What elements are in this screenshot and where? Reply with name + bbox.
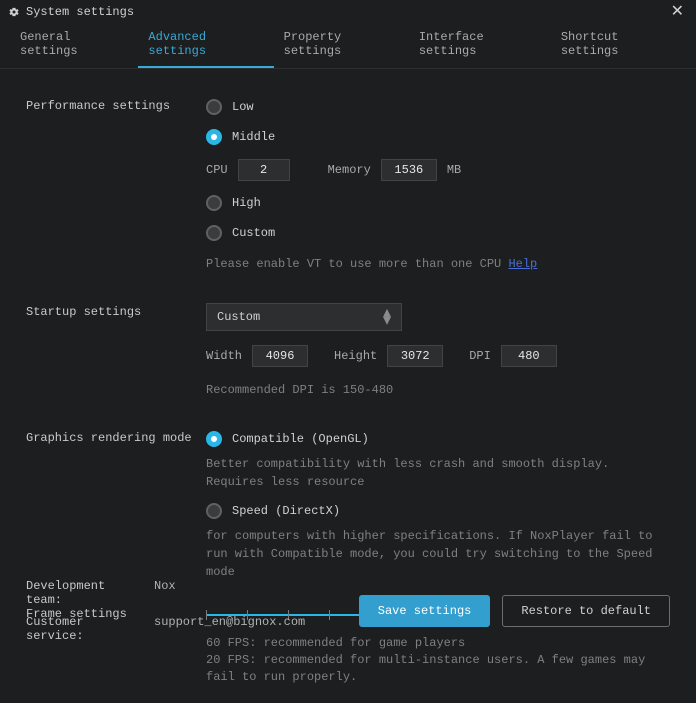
customer-service-value: support_en@bignox.com bbox=[154, 615, 305, 643]
startup-select-value: Custom bbox=[217, 310, 260, 324]
gear-icon bbox=[8, 6, 20, 18]
tab-interface[interactable]: Interface settings bbox=[409, 22, 551, 68]
customer-service-label: Customer service: bbox=[26, 615, 146, 643]
help-link[interactable]: Help bbox=[508, 257, 537, 271]
radio-custom[interactable] bbox=[206, 225, 222, 241]
chevron-updown-icon: ▴▾ bbox=[383, 309, 391, 325]
radio-speed-label: Speed (DirectX) bbox=[232, 504, 340, 518]
graphics-label: Graphics rendering mode bbox=[26, 429, 206, 445]
save-button[interactable]: Save settings bbox=[359, 595, 491, 627]
vt-hint: Please enable VT to use more than one CP… bbox=[206, 257, 501, 271]
window-title: System settings bbox=[26, 5, 134, 19]
height-input[interactable] bbox=[387, 345, 443, 367]
radio-custom-label: Custom bbox=[232, 226, 275, 240]
dev-team-label: Development team: bbox=[26, 579, 146, 607]
memory-input[interactable] bbox=[381, 159, 437, 181]
tab-general[interactable]: General settings bbox=[10, 22, 138, 68]
radio-middle[interactable] bbox=[206, 129, 222, 145]
width-input[interactable] bbox=[252, 345, 308, 367]
startup-label: Startup settings bbox=[26, 303, 206, 319]
radio-compat[interactable] bbox=[206, 431, 222, 447]
width-label: Width bbox=[206, 349, 242, 363]
radio-high[interactable] bbox=[206, 195, 222, 211]
cpu-label: CPU bbox=[206, 163, 228, 177]
close-icon[interactable]: ✕ bbox=[667, 2, 688, 22]
compat-hint: Better compatibility with less crash and… bbox=[206, 455, 670, 491]
restore-button[interactable]: Restore to default bbox=[502, 595, 670, 627]
tab-property[interactable]: Property settings bbox=[274, 22, 409, 68]
radio-compat-label: Compatible (OpenGL) bbox=[232, 432, 369, 446]
tab-shortcut[interactable]: Shortcut settings bbox=[551, 22, 686, 68]
radio-middle-label: Middle bbox=[232, 130, 275, 144]
cpu-input[interactable] bbox=[238, 159, 290, 181]
radio-low-label: Low bbox=[232, 100, 254, 114]
startup-select[interactable]: Custom ▴▾ bbox=[206, 303, 402, 331]
tab-advanced[interactable]: Advanced settings bbox=[138, 22, 273, 68]
dev-team-value: Nox bbox=[154, 579, 176, 607]
memory-label: Memory bbox=[328, 163, 371, 177]
dpi-hint: Recommended DPI is 150-480 bbox=[206, 381, 670, 399]
dpi-label: DPI bbox=[469, 349, 491, 363]
radio-speed[interactable] bbox=[206, 503, 222, 519]
radio-high-label: High bbox=[232, 196, 261, 210]
height-label: Height bbox=[334, 349, 377, 363]
memory-unit: MB bbox=[447, 163, 461, 177]
performance-label: Performance settings bbox=[26, 97, 206, 113]
dpi-input[interactable] bbox=[501, 345, 557, 367]
radio-low[interactable] bbox=[206, 99, 222, 115]
